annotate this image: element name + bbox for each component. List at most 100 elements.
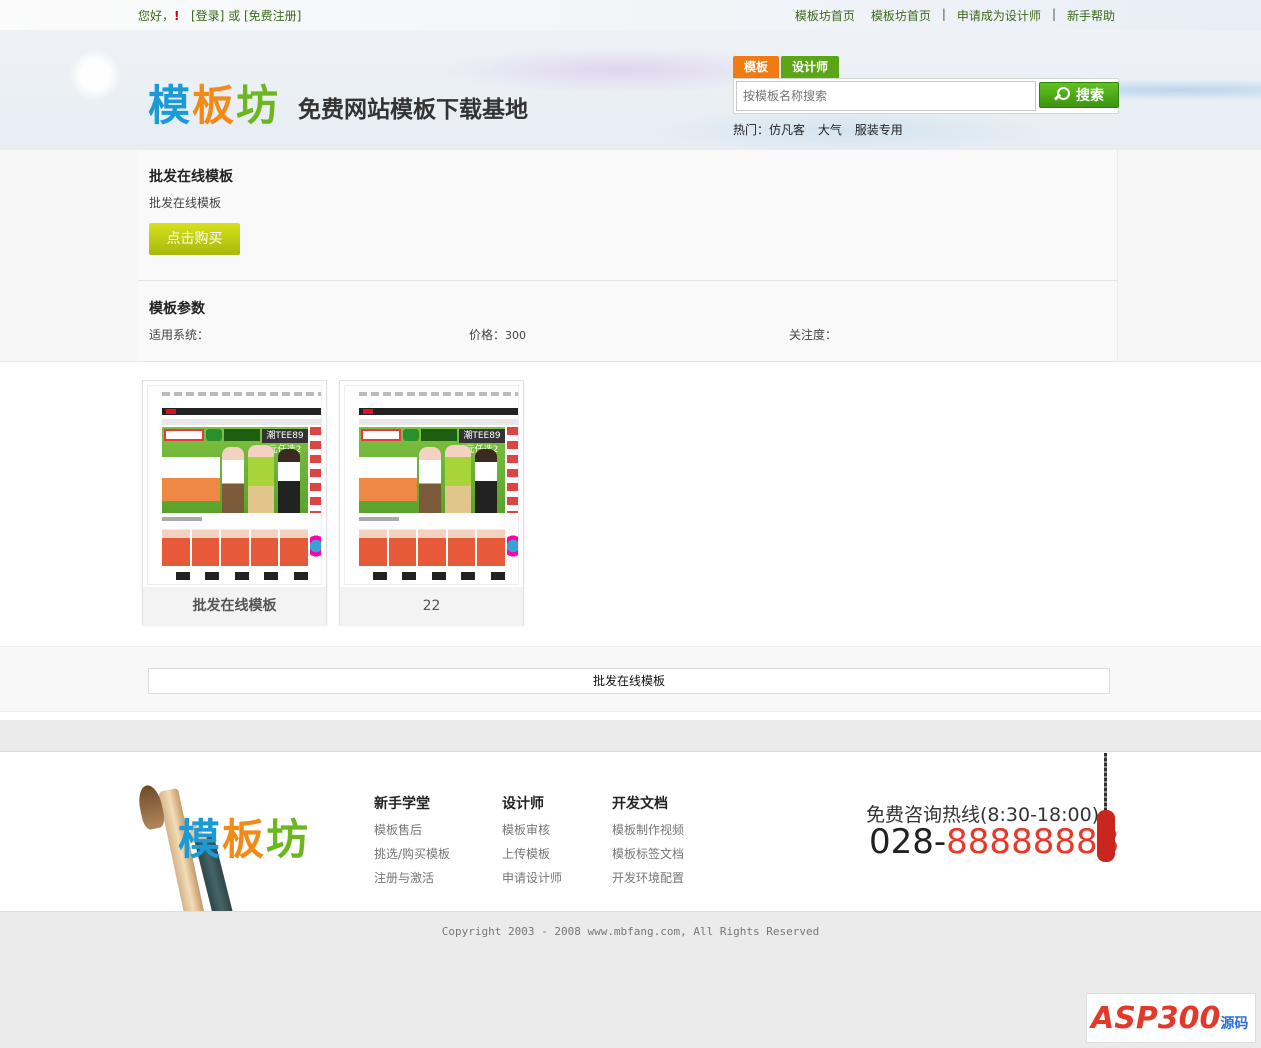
footer-column-title: 设计师 — [502, 796, 544, 812]
search-button[interactable]: 搜索 — [1039, 82, 1119, 108]
login-link[interactable]: [登录] — [191, 9, 224, 23]
footer-link[interactable]: 开发环境配置 — [612, 866, 684, 890]
watermark-main: ASP300 — [1091, 1001, 1221, 1036]
preview-product — [359, 524, 387, 580]
preview-banner-block — [224, 429, 260, 441]
footer-column-docs: 开发文档 模板制作视频 模板标签文档 开发环境配置 — [612, 793, 684, 890]
nav-separator: | — [941, 7, 946, 21]
or-text: 或 — [228, 9, 241, 23]
register-link[interactable]: [免费注册] — [244, 9, 301, 23]
preview-model — [222, 447, 244, 513]
logo-char: 模 — [178, 815, 223, 864]
search-icon — [1054, 87, 1070, 103]
param-attention: 关注度： — [789, 326, 837, 343]
thumbnail-card[interactable]: 潮TEE89元任选2 22 — [339, 380, 524, 625]
preview-decoration — [507, 526, 518, 566]
preview-product — [280, 524, 308, 580]
nav-home-link-2[interactable]: 模板坊首页 — [871, 7, 931, 24]
preview-model — [475, 449, 497, 513]
footer-link[interactable]: 申请设计师 — [502, 866, 562, 890]
site-slogan: 免费网站模板下载基地 — [298, 97, 528, 123]
preview-model — [248, 445, 274, 513]
greeting-warn: ! — [174, 9, 180, 23]
preview-search — [162, 419, 321, 425]
template-preview-image[interactable]: 潮TEE89元任选2 — [344, 385, 519, 585]
preview-banner-text: 潮TEE89元任选2 — [262, 429, 308, 455]
footer-link[interactable]: 模板标签文档 — [612, 842, 684, 866]
logo-char: 板 — [222, 815, 267, 864]
preview-model — [278, 449, 300, 513]
preview-product — [162, 524, 190, 580]
preview-model — [445, 445, 471, 513]
title-strip: 批发在线模板 — [148, 668, 1110, 694]
param-system-label: 适用系统： — [149, 328, 210, 342]
search-tabs: 模板 设计师 — [733, 56, 840, 83]
preview-decoration — [310, 526, 321, 566]
watermark-sub: 源码 — [1220, 1016, 1249, 1032]
preview-banner-badge — [206, 429, 222, 441]
preview-topbar — [359, 392, 518, 396]
param-system: 适用系统： — [149, 326, 209, 343]
preview-banner-promo — [359, 457, 417, 501]
tab-template[interactable]: 模板 — [733, 56, 780, 83]
header: 模板坊 免费网站模板下载基地 模板 设计师 搜索 热门：仿凡客 大气 服装专用 — [0, 30, 1261, 150]
preview-product — [418, 524, 446, 580]
thumbnail-caption[interactable]: 22 — [340, 587, 523, 625]
search-input[interactable] — [736, 81, 1036, 111]
param-price-value: 300 — [505, 329, 527, 342]
footer-link[interactable]: 模板审核 — [502, 818, 562, 842]
footer-link[interactable]: 模板售后 — [374, 818, 450, 842]
logo-char: 板 — [192, 81, 237, 130]
param-attention-label: 关注度： — [789, 328, 838, 342]
buy-button[interactable]: 点击购买 — [149, 223, 240, 255]
tab-designer[interactable]: 设计师 — [781, 56, 840, 78]
footer-link[interactable]: 上传模板 — [502, 842, 562, 866]
preview-section-title — [359, 517, 399, 521]
footer-column-designer: 设计师 模板审核 上传模板 申请设计师 — [502, 793, 562, 890]
preview-product — [388, 524, 417, 580]
preview-model — [419, 447, 441, 513]
footer-link[interactable]: 注册与激活 — [374, 866, 450, 890]
phone-handset-icon — [1097, 810, 1115, 862]
preview-product — [221, 524, 249, 580]
nav-separator: | — [1051, 7, 1056, 21]
watermark-logo: ASP300源码 — [1086, 993, 1256, 1043]
footer-link[interactable]: 模板制作视频 — [612, 818, 684, 842]
thumbnail-card[interactable]: 潮TEE89元任选2 批发在线模板 — [142, 380, 327, 625]
preview-banner-block — [421, 429, 457, 441]
hot-item[interactable]: 仿凡客 — [769, 123, 805, 137]
divider — [138, 280, 1118, 281]
greeting-text: 您好， — [138, 9, 175, 23]
preview-sidebar — [507, 427, 518, 513]
preview-product — [447, 524, 476, 580]
template-title: 批发在线模板 — [149, 169, 233, 185]
nav-help-link[interactable]: 新手帮助 — [1067, 7, 1115, 24]
hot-item[interactable]: 大气 — [818, 123, 842, 137]
logo-char: 坊 — [266, 815, 311, 864]
hot-item[interactable]: 服装专用 — [855, 123, 903, 137]
template-subtitle: 批发在线模板 — [149, 196, 222, 210]
site-logo[interactable]: 模板坊 — [148, 72, 280, 133]
footer-column-newbie: 新手学堂 模板售后 挑选/购买模板 注册与激活 — [374, 793, 450, 890]
hot-searches: 热门：仿凡客 大气 服装专用 — [733, 121, 912, 138]
preview-nav — [359, 408, 518, 415]
footer-link[interactable]: 挑选/购买模板 — [374, 842, 450, 866]
separator-band — [0, 720, 1261, 752]
search-button-label: 搜索 — [1076, 88, 1104, 104]
nav-designer-apply-link[interactable]: 申请成为设计师 — [957, 7, 1041, 24]
thumbnail-caption[interactable]: 批发在线模板 — [143, 587, 326, 625]
nav-home-link[interactable]: 模板坊首页 — [795, 7, 855, 24]
params-title: 模板参数 — [149, 301, 205, 317]
footer-column-title: 新手学堂 — [374, 796, 430, 812]
param-price-label: 价格： — [469, 328, 506, 342]
preview-products — [162, 524, 308, 580]
top-nav: 模板坊首页 模板坊首页 | 申请成为设计师 | 新手帮助 — [795, 7, 1115, 24]
preview-banner-tag — [361, 429, 401, 441]
preview-banner-text: 潮TEE89元任选2 — [459, 429, 505, 455]
template-preview-image[interactable]: 潮TEE89元任选2 — [147, 385, 322, 585]
greeting: 您好，! [登录] 或 [免费注册] — [138, 7, 301, 24]
preview-product — [250, 524, 279, 580]
hotline-number: 028-88888888 — [869, 822, 1119, 862]
preview-product — [477, 524, 505, 580]
preview-topbar — [162, 392, 321, 396]
